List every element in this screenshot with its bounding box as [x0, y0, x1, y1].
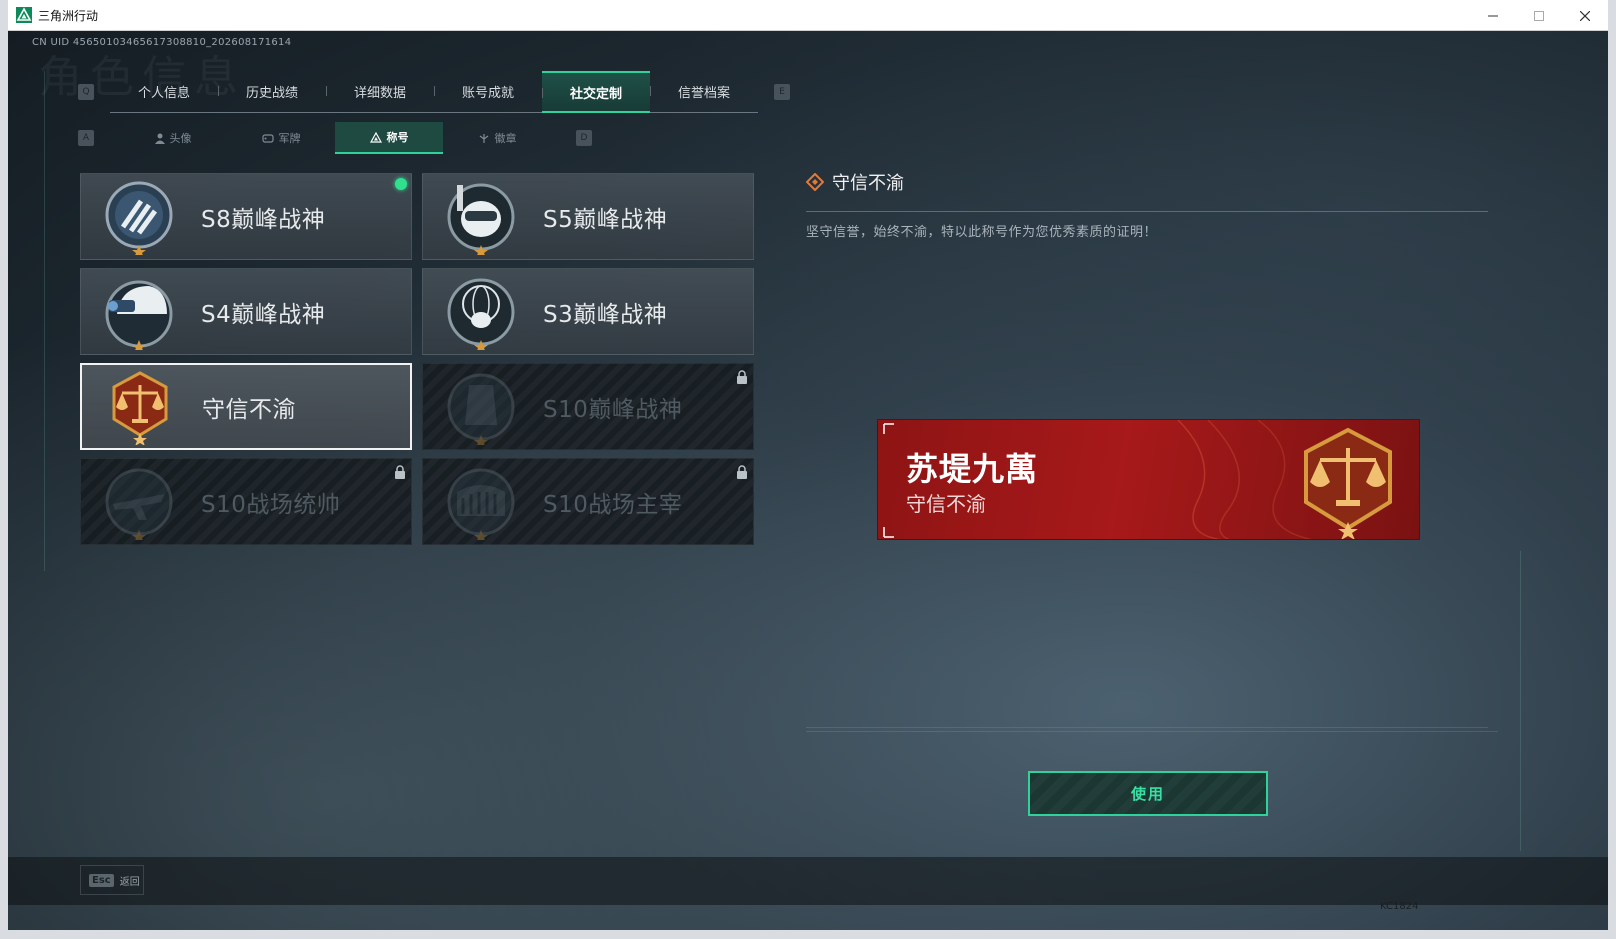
helmet-nvg-emblem-icon: [105, 280, 173, 350]
tab-reputation[interactable]: 信誉档案: [650, 71, 758, 112]
title-grid: S8巅峰战神 S5巅峰战神 S4巅峰战神 S3巅峰战神 守信不渝 S10巅峰战神…: [80, 173, 756, 545]
detail-description: 坚守信誉，始终不渝，特以此称号作为您优秀素质的证明！: [806, 225, 1158, 240]
subtab-label: 称号: [386, 131, 409, 144]
globe-skull-emblem-icon: [447, 278, 515, 350]
close-icon: [1580, 10, 1590, 21]
tab-label: 详细数据: [353, 86, 406, 101]
footer-code: KC1824: [1380, 901, 1419, 912]
player-uid: CN UID 456501034656173088​10_20260817161…: [32, 37, 292, 48]
next-subtab-key-hint[interactable]: D: [576, 130, 592, 146]
subtab-label: 军牌: [278, 132, 301, 145]
tab-detailed-data[interactable]: 详细数据: [326, 71, 434, 112]
lock-icon: [395, 465, 405, 479]
scales-emblem-icon: [112, 370, 168, 445]
tab-label: 信誉档案: [677, 86, 730, 101]
subtab-title[interactable]: 称号: [335, 122, 443, 154]
diver-skull-emblem-icon: [447, 183, 515, 255]
title-card-s10-commander[interactable]: S10战场统帅: [80, 458, 412, 545]
scales-emblem-icon: [1304, 427, 1392, 539]
maximize-icon: [1534, 10, 1544, 21]
sub-tab-bar: A 头像 军牌 称号 徽章 D: [78, 122, 592, 154]
title-card-s4[interactable]: S4巅峰战神: [80, 268, 412, 355]
prev-subtab-key-hint[interactable]: A: [78, 130, 94, 146]
title-card-shouxin[interactable]: 守信不渝: [80, 363, 412, 450]
game-viewport: 角色信息 CN UID 456501034656173088​10_202608…: [8, 31, 1608, 930]
diamond-icon: [806, 173, 824, 191]
building-emblem-icon: [447, 373, 515, 445]
lock-icon: [737, 465, 747, 479]
dogtag-icon: [261, 133, 274, 143]
title-preview-banner: 苏堤九萬 守信不渝: [877, 419, 1420, 540]
close-button[interactable]: [1562, 0, 1608, 31]
next-tab-key-hint[interactable]: E: [774, 84, 790, 100]
preview-player-name: 苏堤九萬: [906, 450, 1039, 488]
use-button[interactable]: 使用: [1028, 771, 1268, 816]
triangle-icon: [369, 131, 382, 143]
tab-social-custom[interactable]: 社交定制: [542, 71, 650, 113]
title-card-s10-god[interactable]: S10巅峰战神: [422, 363, 754, 450]
title-label: S10战场主宰: [543, 491, 683, 518]
minimize-button[interactable]: [1470, 0, 1516, 31]
app-window: 三角洲行动 角色信息 CN UID 456501034656173088​10_…: [0, 0, 1616, 939]
back-button[interactable]: Esc 返回: [80, 865, 144, 895]
title-bar: 三角洲行动: [8, 0, 1608, 31]
prev-tab-key-hint[interactable]: Q: [78, 84, 94, 100]
tab-history[interactable]: 历史战绩: [218, 71, 326, 112]
tab-label: 个人信息: [137, 86, 190, 101]
aircraft-emblem-icon: [105, 468, 173, 540]
emblem-icon: [479, 133, 488, 143]
title-label: 守信不渝: [202, 396, 296, 423]
title-card-s8[interactable]: S8巅峰战神: [80, 173, 412, 260]
tab-achievements[interactable]: 账号成就: [434, 71, 542, 112]
app-logo-icon: [16, 7, 32, 23]
window-title: 三角洲行动: [38, 8, 99, 23]
title-card-s5[interactable]: S5巅峰战神: [422, 173, 754, 260]
title-label: S8巅峰战神: [201, 206, 326, 233]
main-tab-bar: Q 个人信息 历史战绩 详细数据 账号成就 社交定制 信誉档案 E: [78, 71, 790, 113]
detail-title: 守信不渝: [832, 173, 904, 194]
title-label: S10战场统帅: [201, 491, 341, 518]
subtab-emblem[interactable]: 徽章: [443, 122, 551, 154]
tab-label: 账号成就: [461, 86, 514, 101]
title-label: S3巅峰战神: [543, 301, 668, 328]
divider: [806, 727, 1488, 728]
title-label: S10巅峰战神: [543, 396, 683, 423]
title-card-s10-dominator[interactable]: S10战场主宰: [422, 458, 754, 545]
title-label: S4巅峰战神: [201, 301, 326, 328]
subtab-dogtag[interactable]: 军牌: [227, 122, 335, 154]
title-card-s3[interactable]: S3巅峰战神: [422, 268, 754, 355]
back-label: 返回: [119, 876, 140, 888]
tab-label: 历史战绩: [245, 86, 298, 101]
subtab-label: 徽章: [494, 132, 517, 145]
tab-label: 社交定制: [569, 87, 622, 102]
subtab-avatar[interactable]: 头像: [119, 122, 227, 154]
esc-key-hint: Esc: [89, 873, 114, 887]
preview-title: 守信不渝: [906, 492, 986, 516]
maximize-button[interactable]: [1516, 0, 1562, 31]
colosseum-emblem-icon: [447, 468, 515, 540]
lock-icon: [737, 370, 747, 384]
minimize-icon: [1488, 15, 1498, 16]
bottom-bar: Esc 返回: [8, 857, 1608, 905]
stripes-emblem-icon: [105, 181, 173, 255]
subtab-label: 头像: [169, 132, 192, 145]
user-icon: [154, 133, 165, 144]
title-label: S5巅峰战神: [543, 206, 668, 233]
divider: [806, 211, 1488, 212]
equipped-indicator: [395, 178, 407, 190]
tab-personal-info[interactable]: 个人信息: [110, 71, 218, 112]
